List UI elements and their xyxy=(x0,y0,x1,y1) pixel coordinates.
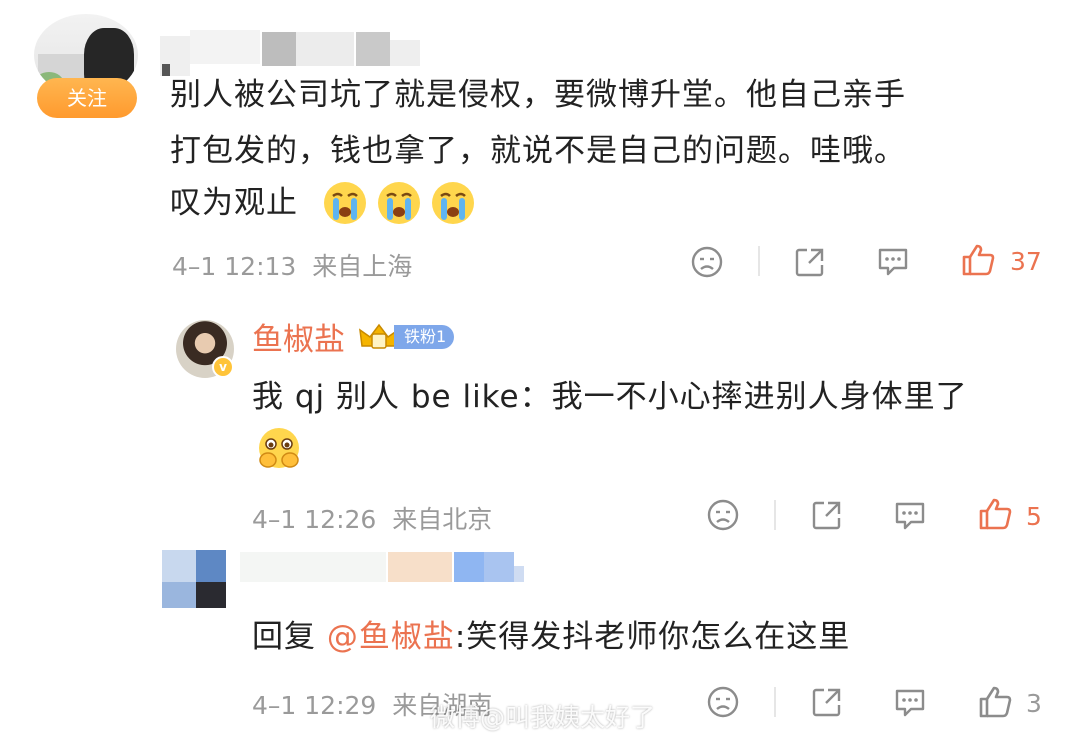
dislike-face-icon[interactable] xyxy=(706,685,740,719)
timestamp: 4–1 12:13 xyxy=(172,252,297,281)
share-icon[interactable] xyxy=(810,498,844,532)
divider xyxy=(774,500,776,530)
fan-badge: 铁粉1 xyxy=(358,322,455,352)
like-count: 5 xyxy=(1026,502,1042,531)
comment-icon[interactable] xyxy=(893,687,927,719)
like-thumb-icon[interactable] xyxy=(960,242,996,278)
reply-username[interactable]: 鱼椒盐 xyxy=(252,320,345,360)
crying-emoji-icon xyxy=(378,182,420,224)
location: 来自北京 xyxy=(392,505,493,534)
divider xyxy=(774,687,776,717)
comment-text-line: 打包发的，钱也拿了，就说不是自己的问题。哇哦。 xyxy=(170,133,906,169)
comment-icon[interactable] xyxy=(876,246,910,278)
verified-badge-icon: v xyxy=(212,356,234,378)
share-icon[interactable] xyxy=(810,685,844,719)
dislike-face-icon[interactable] xyxy=(690,245,724,279)
comment-meta: 4–1 12:13 来自上海 xyxy=(172,247,412,283)
reply-meta: 4–1 12:26 来自北京 xyxy=(252,500,492,536)
divider xyxy=(758,246,760,276)
crying-emoji-icon xyxy=(432,182,474,224)
reply-text: 我 qj 别人 be like：我一不小心摔进别人身体里了 xyxy=(252,379,968,415)
comment-icon[interactable] xyxy=(893,500,927,532)
follow-button[interactable]: 关注 xyxy=(37,78,137,118)
weibo-watermark: 微博@叫我姨太好了 xyxy=(430,703,656,732)
share-icon[interactable] xyxy=(793,245,827,279)
fan-badge-label: 铁粉1 xyxy=(394,325,455,349)
dislike-face-icon[interactable] xyxy=(706,498,740,532)
comment-text-line: 叹为观止 xyxy=(170,185,298,221)
pleading-emoji-icon xyxy=(259,428,299,468)
like-count: 3 xyxy=(1026,689,1042,718)
location: 来自上海 xyxy=(312,252,413,281)
like-count: 37 xyxy=(1010,247,1042,276)
like-thumb-icon[interactable] xyxy=(977,684,1013,720)
mention-link[interactable]: @鱼椒盐 xyxy=(327,619,455,655)
timestamp: 4–1 12:29 xyxy=(252,691,377,720)
crying-emoji-icon xyxy=(324,182,366,224)
comment-text-line: 别人被公司坑了就是侵权，要微博升堂。他自己亲手 xyxy=(170,77,906,113)
like-thumb-icon[interactable] xyxy=(977,496,1013,532)
timestamp: 4–1 12:26 xyxy=(252,505,377,534)
reply-text: 回复 @鱼椒盐:笑得发抖老师你怎么在这里 xyxy=(252,619,851,655)
